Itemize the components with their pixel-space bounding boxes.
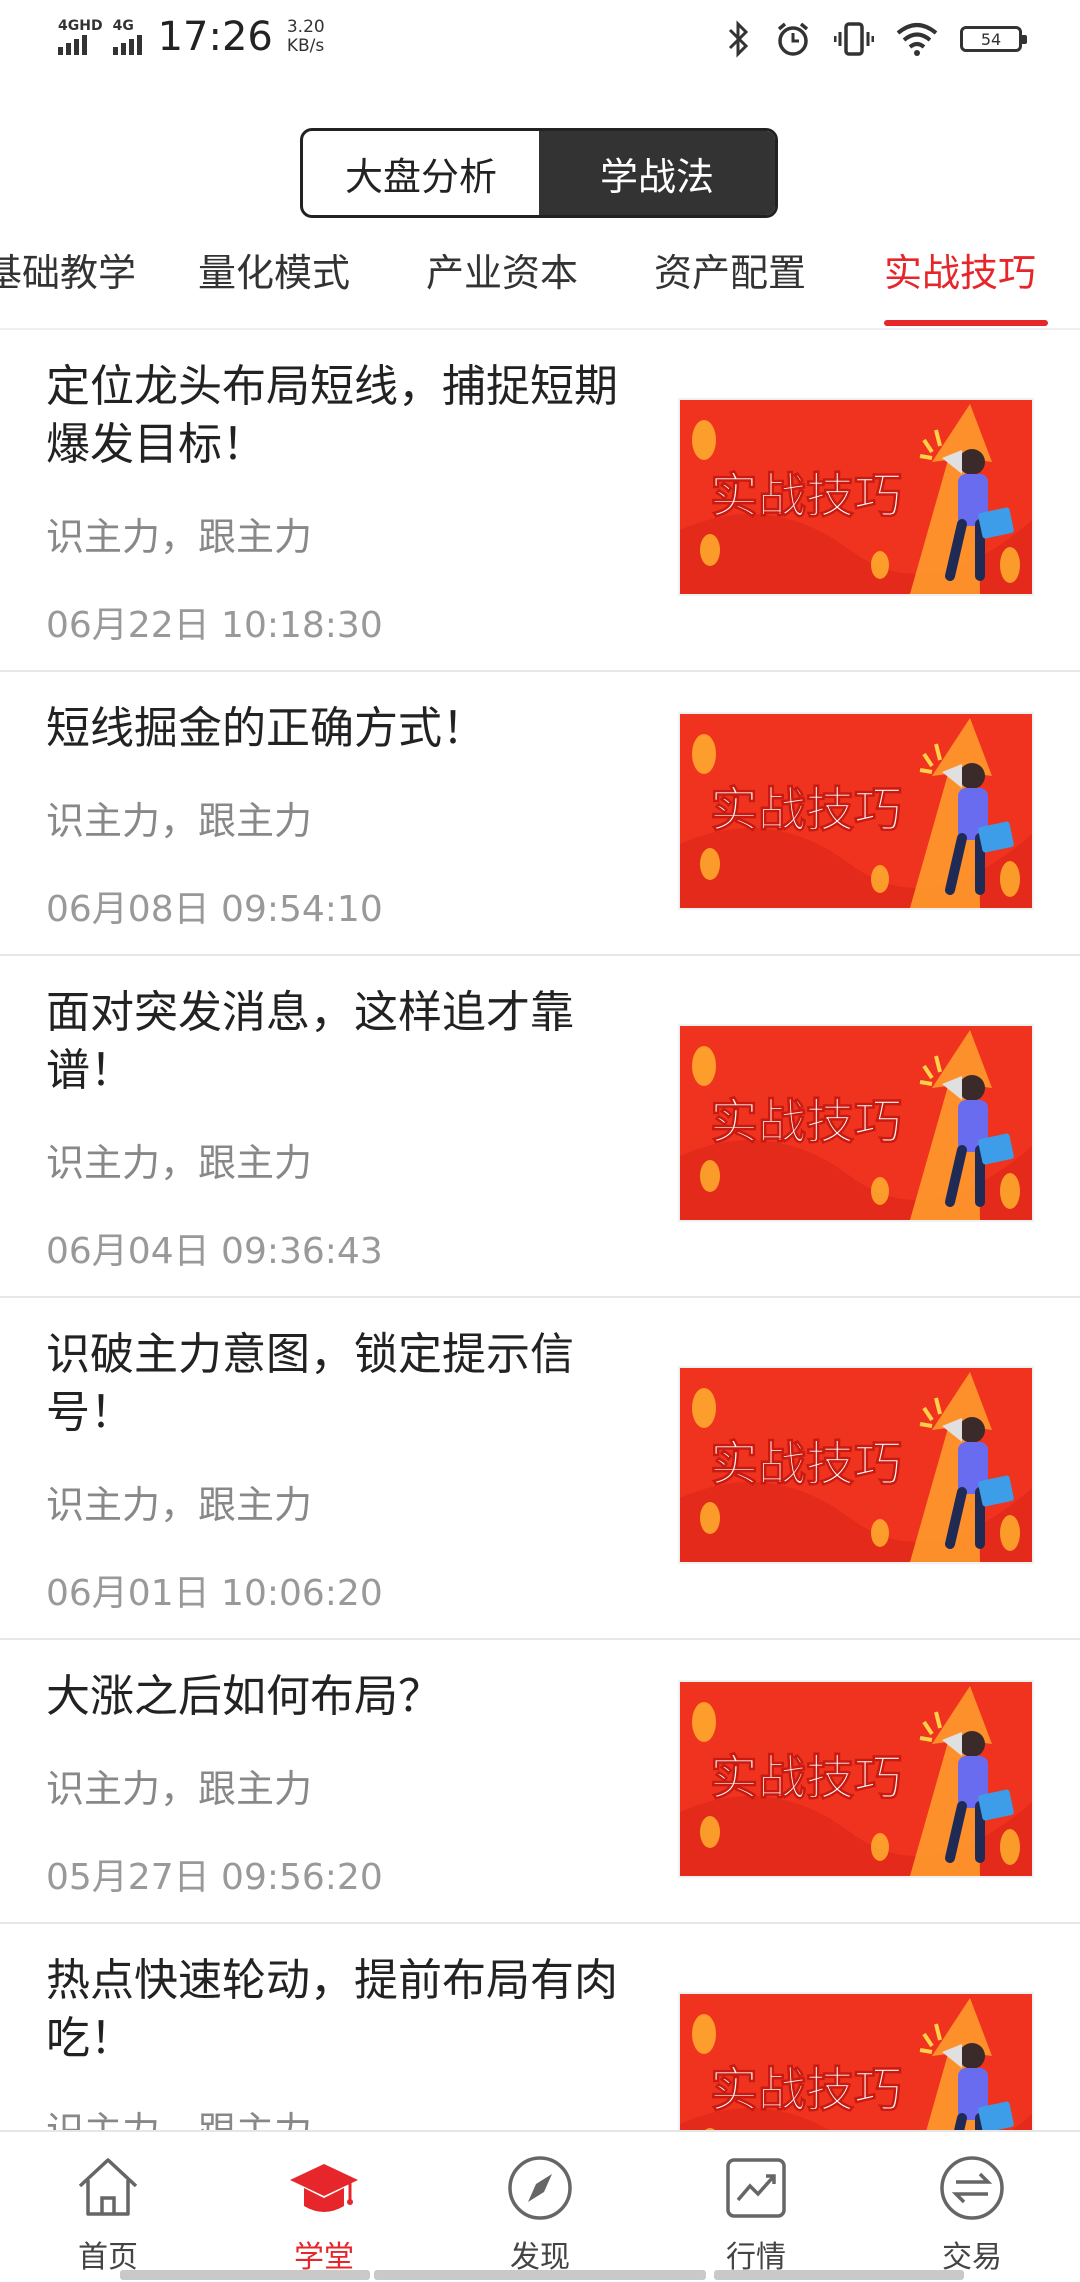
- thumbnail-art: 实战技巧: [680, 400, 1032, 594]
- network-type-label: 4GHD: [58, 18, 103, 34]
- article-title: 大涨之后如何布局？: [46, 1671, 442, 1722]
- article-item[interactable]: 热点快速轮动，提前布局有肉吃！ 识主力，跟主力 实战技巧: [0, 1924, 1080, 2130]
- thumbnail-title: 实战技巧: [710, 782, 902, 838]
- article-item[interactable]: 大涨之后如何布局？ 识主力，跟主力 05月27日 09:56:20 实战技巧: [0, 1640, 1080, 1924]
- article-date: 06月01日 10:06:20: [46, 1573, 383, 1614]
- article-list[interactable]: 定位龙头布局短线，捕捉短期爆发目标！ 识主力，跟主力 06月22日 10:18:…: [0, 330, 1080, 2130]
- article-item[interactable]: 短线掘金的正确方式！ 识主力，跟主力 06月08日 09:54:10 实战技巧: [0, 672, 1080, 956]
- article-date: 06月22日 10:18:30: [46, 605, 383, 646]
- nav-trade[interactable]: 交易: [864, 2132, 1080, 2282]
- speed-unit: KB/s: [286, 36, 325, 56]
- home-indicator: [714, 2270, 964, 2280]
- article-tags: 识主力，跟主力: [46, 1141, 313, 1185]
- clock: 17:26: [157, 14, 273, 60]
- article-thumbnail[interactable]: 实战技巧: [678, 1366, 1034, 1564]
- article-item[interactable]: 识破主力意图，锁定提示信号！ 识主力，跟主力 06月01日 10:06:20 实…: [0, 1298, 1080, 1640]
- network-speed: 3.20 KB/s: [287, 18, 325, 56]
- article-item[interactable]: 定位龙头布局短线，捕捉短期爆发目标！ 识主力，跟主力 06月22日 10:18:…: [0, 330, 1080, 672]
- tab-basic-teaching[interactable]: 基础教学: [0, 240, 136, 306]
- article-tags: 识主力，跟主力: [46, 515, 313, 559]
- vibrate-icon: [834, 22, 874, 56]
- article-title: 热点快速轮动，提前布局有肉吃！: [46, 1955, 618, 2064]
- segment-toggle: 大盘分析 学战法: [300, 128, 778, 218]
- article-date: 06月08日 09:54:10: [46, 889, 383, 930]
- nav-home[interactable]: 首页: [0, 2132, 216, 2282]
- article-thumbnail[interactable]: 实战技巧: [678, 712, 1034, 910]
- thumbnail-art: 实战技巧: [680, 1994, 1032, 2130]
- graduation-cap-icon: [290, 2164, 358, 2212]
- article-title: 短线掘金的正确方式！: [46, 703, 486, 754]
- battery-level: 54: [980, 29, 1002, 49]
- segment-market-analysis[interactable]: 大盘分析: [303, 131, 539, 215]
- tab-quant-mode[interactable]: 量化模式: [198, 240, 350, 306]
- network-type-label: 4G: [112, 18, 134, 34]
- nav-school[interactable]: 学堂: [216, 2132, 432, 2282]
- article-date: 05月27日 09:56:20: [46, 1857, 383, 1898]
- compass-icon: [508, 2156, 572, 2220]
- tab-asset-allocation[interactable]: 资产配置: [654, 240, 806, 306]
- wifi-icon: [896, 23, 938, 56]
- alarm-icon: [777, 22, 809, 56]
- article-thumbnail[interactable]: 实战技巧: [678, 1024, 1034, 1222]
- exchange-icon: [940, 2156, 1004, 2220]
- thumbnail-title: 实战技巧: [710, 1094, 902, 1150]
- status-bar: 4GHD 4G 17:26 3.20 KB/s 54: [0, 0, 1080, 90]
- article-title: 识破主力意图，锁定提示信号！: [46, 1329, 574, 1438]
- article-title: 面对突发消息，这样追才靠谱！: [46, 987, 574, 1096]
- home-indicator: [120, 2270, 370, 2280]
- article-thumbnail[interactable]: 实战技巧: [678, 1680, 1034, 1878]
- thumbnail-art: 实战技巧: [680, 1026, 1032, 1220]
- nav-market[interactable]: 行情: [648, 2132, 864, 2282]
- home-icon: [78, 2158, 138, 2216]
- home-indicator: [374, 2270, 706, 2280]
- segment-learn-tactics[interactable]: 学战法: [539, 131, 775, 215]
- article-thumbnail[interactable]: 实战技巧: [678, 398, 1034, 596]
- thumbnail-art: 实战技巧: [680, 1368, 1032, 1562]
- thumbnail-art: 实战技巧: [680, 1682, 1032, 1876]
- article-tags: 识主力，跟主力: [46, 1767, 313, 1811]
- battery-icon: 54: [960, 26, 1027, 52]
- article-tags: 识主力，跟主力: [46, 2100, 312, 2130]
- signal-4ghd: 4GHD: [58, 19, 103, 55]
- thumbnail-title: 实战技巧: [710, 468, 902, 524]
- bluetooth-icon: [728, 20, 749, 58]
- signal-bars-icon: [112, 33, 142, 55]
- article-tags: 识主力，跟主力: [46, 1483, 313, 1527]
- tab-industry-capital[interactable]: 产业资本: [426, 240, 578, 306]
- signal-4g: 4G: [112, 18, 142, 55]
- signal-bars-icon: [58, 33, 87, 55]
- tab-practical-skills[interactable]: 实战技巧: [884, 240, 1036, 306]
- article-date: 06月04日 09:36:43: [46, 1231, 383, 1272]
- speed-value: 3.20: [286, 17, 325, 37]
- category-tabs: 基础教学 量化模式 产业资本 资产配置 实战技巧: [0, 240, 1080, 330]
- active-tab-indicator: [884, 320, 1048, 326]
- article-title: 定位龙头布局短线，捕捉短期爆发目标！: [46, 361, 618, 470]
- chart-icon: [726, 2158, 786, 2218]
- article-item[interactable]: 面对突发消息，这样追才靠谱！ 识主力，跟主力 06月04日 09:36:43 实…: [0, 956, 1080, 1298]
- article-tags: 识主力，跟主力: [46, 799, 313, 843]
- thumbnail-title: 实战技巧: [710, 1750, 902, 1806]
- nav-discover[interactable]: 发现: [432, 2132, 648, 2282]
- article-thumbnail[interactable]: 实战技巧: [678, 1992, 1034, 2130]
- thumbnail-title: 实战技巧: [710, 1436, 902, 1492]
- thumbnail-title: 实战技巧: [710, 2062, 902, 2118]
- thumbnail-art: 实战技巧: [680, 714, 1032, 908]
- bottom-nav: 首页 学堂 发现 行情 交易: [0, 2130, 1080, 2280]
